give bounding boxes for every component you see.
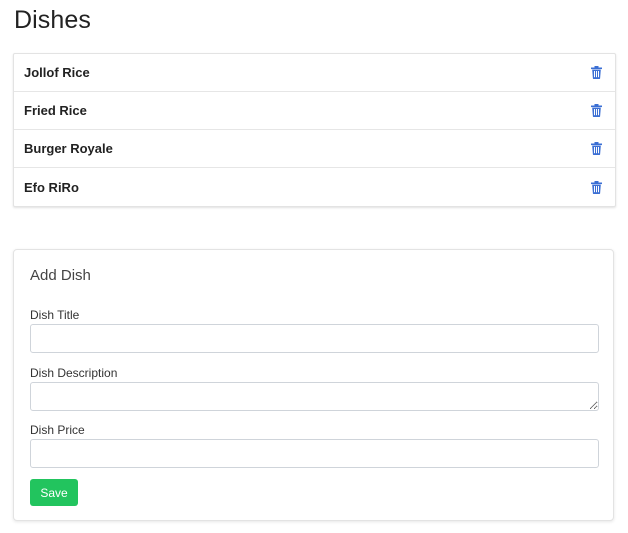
dish-description-label: Dish Description xyxy=(30,366,118,380)
page-title: Dishes xyxy=(14,6,92,34)
dish-item: Jollof Rice xyxy=(14,54,615,92)
trash-icon xyxy=(590,66,602,79)
dish-item: Fried Rice xyxy=(14,92,615,130)
save-button[interactable]: Save xyxy=(30,479,78,506)
add-dish-card: Add Dish Dish Title Dish Description Dis… xyxy=(13,249,614,521)
delete-dish-button[interactable] xyxy=(589,103,603,119)
dish-name: Jollof Rice xyxy=(24,65,90,80)
dish-name: Burger Royale xyxy=(24,141,113,156)
dish-name: Efo RiRo xyxy=(24,179,79,195)
dish-price-label: Dish Price xyxy=(30,423,85,437)
delete-dish-button[interactable] xyxy=(589,179,603,195)
dish-list: Jollof Rice Fried Rice Burger Royale Efo… xyxy=(13,53,616,207)
dish-item: Burger Royale xyxy=(14,130,615,168)
page: Dishes Jollof Rice Fried Rice Burger Roy… xyxy=(0,0,628,533)
dish-description-input[interactable] xyxy=(30,382,599,411)
trash-icon xyxy=(590,104,602,117)
dish-item: Efo RiRo xyxy=(14,168,615,206)
dish-name: Fried Rice xyxy=(24,103,87,118)
add-dish-title: Add Dish xyxy=(30,267,91,284)
trash-icon xyxy=(590,142,602,155)
delete-dish-button[interactable] xyxy=(589,141,603,157)
dish-price-input[interactable] xyxy=(30,439,599,468)
delete-dish-button[interactable] xyxy=(589,65,603,81)
dish-title-input[interactable] xyxy=(30,324,599,353)
trash-icon xyxy=(590,180,602,194)
dish-title-label: Dish Title xyxy=(30,308,80,322)
